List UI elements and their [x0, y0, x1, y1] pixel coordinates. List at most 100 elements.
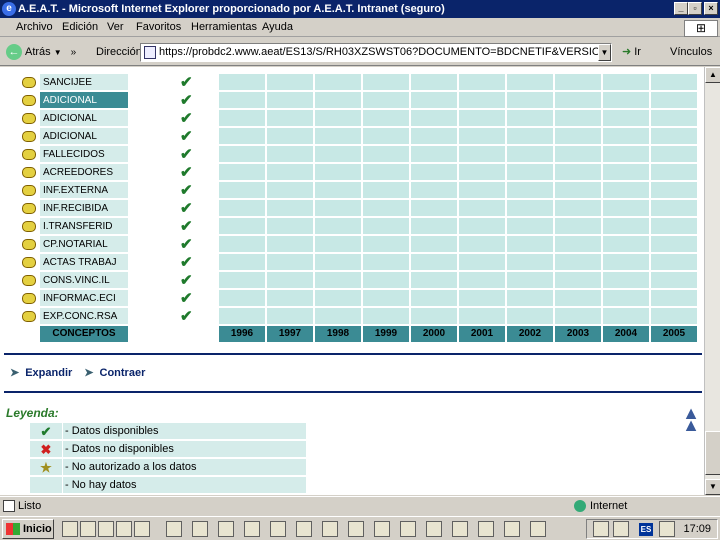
- expand-row-icon[interactable]: [22, 257, 36, 268]
- back-dropdown-icon[interactable]: ▼: [54, 48, 62, 57]
- year-header[interactable]: 2000: [411, 326, 458, 342]
- menu-favoritos[interactable]: Favoritos: [136, 21, 181, 33]
- year-header[interactable]: 1997: [267, 326, 314, 342]
- concept-label[interactable]: INF.EXTERNA: [40, 182, 128, 199]
- expand-row-icon[interactable]: [22, 239, 36, 250]
- expand-row-icon[interactable]: [22, 293, 36, 304]
- vertical-scrollbar[interactable]: ▲ ▼: [704, 67, 720, 495]
- back-button[interactable]: ← Atrás ▼ »: [6, 43, 76, 61]
- menu-herramientas[interactable]: Herramientas: [191, 21, 257, 33]
- menu-edicion[interactable]: Edición: [62, 21, 98, 33]
- desktop-icon[interactable]: [62, 521, 78, 537]
- concept-label[interactable]: CP.NOTARIAL: [40, 236, 128, 253]
- year-cell: [363, 200, 410, 217]
- year-header[interactable]: 1996: [219, 326, 266, 342]
- year-header[interactable]: 1999: [363, 326, 410, 342]
- year-cell: [507, 128, 554, 145]
- folder-icon[interactable]: [98, 521, 114, 537]
- outlook-icon[interactable]: [116, 521, 132, 537]
- concept-label[interactable]: EXP.CONC.RSA: [40, 308, 128, 325]
- expand-row-icon[interactable]: [22, 113, 36, 124]
- scroll-up-button[interactable]: ▲: [705, 67, 720, 83]
- year-header[interactable]: 1998: [315, 326, 362, 342]
- tray-volume-icon[interactable]: [659, 521, 675, 537]
- concept-label[interactable]: CONS.VINC.IL: [40, 272, 128, 289]
- app-icon[interactable]: [504, 521, 520, 537]
- app-icon[interactable]: [244, 521, 260, 537]
- scroll-thumb[interactable]: [705, 431, 720, 475]
- concept-label[interactable]: ADICIONAL: [40, 128, 128, 145]
- back-arrow-icon: ←: [6, 44, 22, 60]
- internet-zone-icon: [574, 500, 586, 512]
- go-button[interactable]: ➜ Ir: [622, 45, 641, 59]
- concept-label[interactable]: ADICIONAL: [40, 110, 128, 127]
- concept-label[interactable]: I.TRANSFERID: [40, 218, 128, 235]
- concept-label[interactable]: INF.RECIBIDA: [40, 200, 128, 217]
- maximize-button[interactable]: ▫: [688, 2, 702, 15]
- expand-row-icon[interactable]: [22, 311, 36, 322]
- address-input[interactable]: https://probdc2.www.aeat/ES13/S/RH03XZSW…: [140, 43, 612, 62]
- year-cell: [363, 308, 410, 325]
- year-header[interactable]: 2002: [507, 326, 554, 342]
- search-icon[interactable]: [192, 521, 208, 537]
- menu-archivo[interactable]: Archivo: [16, 21, 53, 33]
- expand-row-icon[interactable]: [22, 149, 36, 160]
- expand-row-icon[interactable]: [22, 203, 36, 214]
- expand-row-icon[interactable]: [22, 95, 36, 106]
- address-dropdown-icon[interactable]: ▼: [598, 44, 611, 61]
- app-icon[interactable]: [478, 521, 494, 537]
- start-button[interactable]: Inicio: [2, 519, 54, 539]
- system-tray: ES 17:09: [586, 519, 718, 539]
- ie-icon[interactable]: [80, 521, 96, 537]
- app-icon[interactable]: [218, 521, 234, 537]
- concept-label[interactable]: INFORMAC.ECI: [40, 290, 128, 307]
- year-header[interactable]: 2003: [555, 326, 602, 342]
- tray-network-icon[interactable]: [593, 521, 609, 537]
- language-indicator[interactable]: ES: [639, 523, 653, 536]
- close-button[interactable]: ×: [704, 2, 718, 15]
- app-icon[interactable]: [348, 521, 364, 537]
- address-value: https://probdc2.www.aeat/ES13/S/RH03XZSW…: [159, 46, 611, 58]
- year-cell: [507, 110, 554, 127]
- expand-link[interactable]: Expandir: [25, 367, 72, 379]
- menu-bar: Archivo Edición Ver Favoritos Herramient…: [0, 19, 720, 37]
- concept-label[interactable]: FALLECIDOS: [40, 146, 128, 163]
- year-header[interactable]: 2005: [651, 326, 698, 342]
- collapse-link[interactable]: Contraer: [100, 367, 146, 379]
- word-icon[interactable]: [322, 521, 338, 537]
- year-cell: [411, 200, 458, 217]
- scroll-top-icon[interactable]: ▲ ▲: [682, 404, 700, 434]
- tray-shield-icon[interactable]: [613, 521, 629, 537]
- app-icon[interactable]: [374, 521, 390, 537]
- year-header[interactable]: 2001: [459, 326, 506, 342]
- menu-ayuda[interactable]: Ayuda: [262, 21, 293, 33]
- year-cell: [267, 146, 314, 163]
- app-icon[interactable]: [296, 521, 312, 537]
- expand-row-icon[interactable]: [22, 131, 36, 142]
- links-button[interactable]: Vínculos: [670, 46, 712, 58]
- year-header[interactable]: 2004: [603, 326, 650, 342]
- concept-label[interactable]: SANCIJEE: [40, 74, 128, 91]
- concept-label[interactable]: ACTAS TRABAJ: [40, 254, 128, 271]
- year-cell: [219, 146, 266, 163]
- minimize-button[interactable]: _: [674, 2, 688, 15]
- expand-row-icon[interactable]: [22, 77, 36, 88]
- year-cell: [651, 146, 698, 163]
- app-icon[interactable]: [400, 521, 416, 537]
- app-icon[interactable]: [426, 521, 442, 537]
- menu-ver[interactable]: Ver: [107, 21, 124, 33]
- app-icon[interactable]: [134, 521, 150, 537]
- concept-label[interactable]: ADICIONAL: [40, 92, 128, 109]
- address-label: Dirección: [96, 46, 142, 58]
- expand-row-icon[interactable]: [22, 275, 36, 286]
- app-icon[interactable]: [452, 521, 468, 537]
- app-icon[interactable]: [270, 521, 286, 537]
- app-icon[interactable]: [166, 521, 182, 537]
- app-icon[interactable]: [530, 521, 546, 537]
- expand-row-icon[interactable]: [22, 167, 36, 178]
- expand-row-icon[interactable]: [22, 185, 36, 196]
- concept-label[interactable]: ACREEDORES: [40, 164, 128, 181]
- scroll-down-button[interactable]: ▼: [705, 479, 720, 495]
- toolbar-chevron-icon[interactable]: »: [71, 47, 77, 58]
- expand-row-icon[interactable]: [22, 221, 36, 232]
